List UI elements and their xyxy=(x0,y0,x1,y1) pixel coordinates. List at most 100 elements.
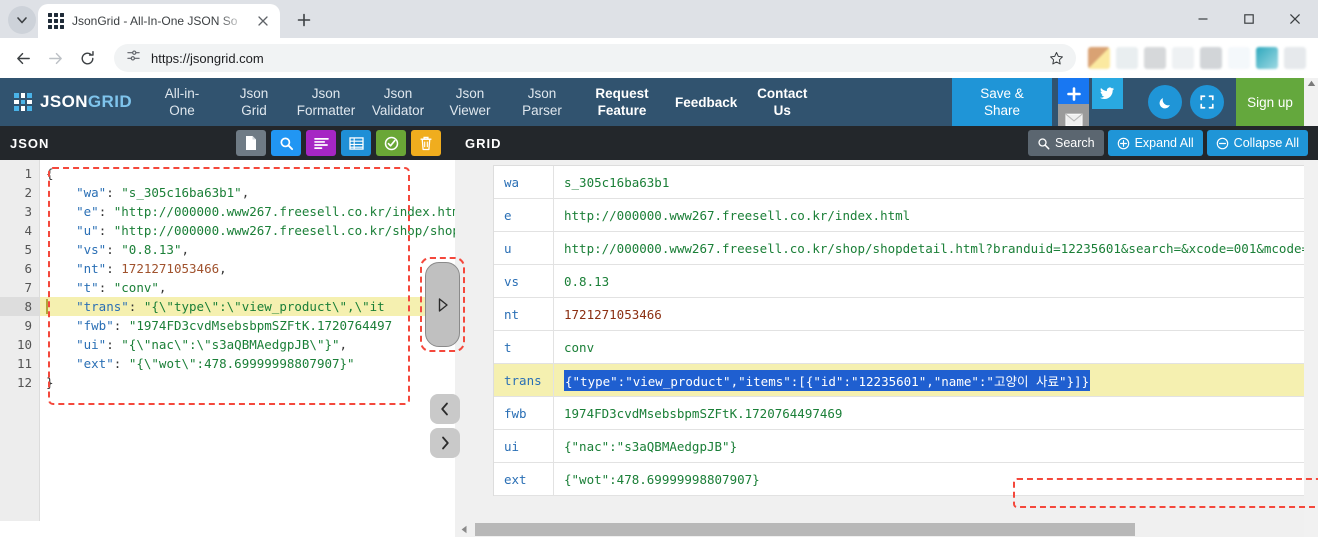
row-value[interactable]: 1721271053466 xyxy=(554,298,1318,330)
reload-icon[interactable] xyxy=(72,43,102,73)
back-arrow-icon[interactable] xyxy=(8,43,38,73)
row-value[interactable]: http://000000.www267.freesell.co.kr/inde… xyxy=(554,199,1318,231)
line-number: 8 xyxy=(0,297,39,316)
site-logo-text: JSONGRID xyxy=(40,92,132,112)
json-code-line[interactable]: "vs": "0.8.13", xyxy=(40,240,455,259)
json-code-line[interactable]: "u": "http://000000.www267.freesell.co.k… xyxy=(40,221,455,240)
site-settings-icon[interactable] xyxy=(126,48,141,68)
row-value[interactable]: conv xyxy=(554,331,1318,363)
row-value[interactable]: {"wot":478.69999998807907} xyxy=(554,463,1318,495)
line-number: 6 xyxy=(24,261,32,276)
tab-search-button[interactable] xyxy=(8,6,36,34)
json-code-line[interactable]: "fwb": "1974FD3cvdMsebsbpmSZFtK.17207644… xyxy=(40,316,455,335)
row-value[interactable]: 1974FD3cvdMsebsbpmSZFtK.1720764497469 xyxy=(554,397,1318,429)
minimize-button[interactable] xyxy=(1180,0,1226,38)
dark-mode-toggle[interactable] xyxy=(1148,85,1182,119)
table-row[interactable]: ext {"wot":478.69999998807907} xyxy=(494,463,1318,496)
grid-vertical-scrollbar[interactable] xyxy=(1304,160,1318,537)
nav-item-json-viewer[interactable]: Json Viewer xyxy=(434,78,506,126)
table-row[interactable]: vs 0.8.13 xyxy=(494,265,1318,298)
nav-item-request-feature[interactable]: Request Feature xyxy=(578,78,666,126)
format-lines-icon[interactable] xyxy=(306,130,336,156)
json-editor[interactable]: 123456789101112 ▾{ "wa": "s_305c16ba63b1… xyxy=(0,160,455,537)
address-bar[interactable]: https://jsongrid.com xyxy=(114,44,1076,72)
page-scrollbar-up[interactable] xyxy=(1304,78,1318,126)
table-row[interactable]: fwb 1974FD3cvdMsebsbpmSZFtK.1720764497469 xyxy=(494,397,1318,430)
nav-item-json-formatter[interactable]: Json Formatter xyxy=(290,78,362,126)
row-value[interactable]: {"type":"view_product","items":[{"id":"1… xyxy=(554,364,1318,396)
search-icon[interactable] xyxy=(271,130,301,156)
nav-item-json-validator[interactable]: Json Validator xyxy=(362,78,434,126)
nav-item-all-in-one[interactable]: All-in-One xyxy=(146,78,218,126)
grid-search-button[interactable]: Search xyxy=(1027,130,1104,156)
grid-scroll-area[interactable]: wa s_305c16ba63b1 e http://000000.www267.fr… xyxy=(455,160,1318,537)
json-code-line[interactable]: "e": "http://000000.www267.freesell.co.k… xyxy=(40,202,455,221)
nav-item-contact-us[interactable]: Contact Us xyxy=(746,78,818,126)
star-icon[interactable] xyxy=(1042,44,1070,72)
code-token: "{\"nac\":\"s3aQBMAedgpJB\"}" xyxy=(121,337,340,352)
json-code-line[interactable]: "nt": 1721271053466, xyxy=(40,259,455,278)
new-tab-button[interactable] xyxy=(290,6,318,34)
maximize-button[interactable] xyxy=(1226,0,1272,38)
nav-item-json-grid[interactable]: Json Grid xyxy=(218,78,290,126)
expand-all-button[interactable]: Expand All xyxy=(1107,130,1203,156)
code-token: { xyxy=(46,166,54,181)
extension-icon[interactable] xyxy=(1228,47,1250,69)
row-key: nt xyxy=(494,298,554,330)
extension-icon[interactable] xyxy=(1284,47,1306,69)
twitter-share-icon[interactable] xyxy=(1092,78,1123,109)
sign-up-button[interactable]: Sign up xyxy=(1236,78,1304,126)
table-icon[interactable] xyxy=(341,130,371,156)
site-logo[interactable]: JSONGRID xyxy=(0,78,146,126)
extension-icon[interactable] xyxy=(1256,47,1278,69)
close-icon[interactable] xyxy=(254,12,272,30)
grid-horizontal-scrollbar[interactable] xyxy=(455,521,1304,537)
table-row[interactable]: ui {"nac":"s3aQBMAedgpJB"} xyxy=(494,430,1318,463)
forward-arrow-icon[interactable] xyxy=(40,43,70,73)
json-code-line[interactable]: "t": "conv", xyxy=(40,278,455,297)
extension-icon[interactable] xyxy=(1116,47,1138,69)
code-token: : xyxy=(106,185,122,200)
json-code-line[interactable]: "trans": "{\"type\":\"view_product\",\"i… xyxy=(40,297,455,316)
table-row[interactable]: wa s_305c16ba63b1 xyxy=(494,166,1318,199)
extension-icon[interactable] xyxy=(1088,47,1110,69)
table-row[interactable]: nt 1721271053466 xyxy=(494,298,1318,331)
table-row[interactable]: e http://000000.www267.freesell.co.kr/ind… xyxy=(494,199,1318,232)
row-value[interactable]: {"nac":"s3aQBMAedgpJB"} xyxy=(554,430,1318,462)
table-row[interactable]: u http://000000.www267.freesell.co.kr/sho… xyxy=(494,232,1318,265)
line-number: 3 xyxy=(24,204,32,219)
table-row[interactable]: t conv xyxy=(494,331,1318,364)
json-code-line[interactable]: } xyxy=(40,373,455,392)
row-value[interactable]: 0.8.13 xyxy=(554,265,1318,297)
next-page-button[interactable] xyxy=(430,428,460,458)
social-share-group xyxy=(1052,78,1136,135)
extension-icon[interactable] xyxy=(1200,47,1222,69)
document-icon[interactable] xyxy=(236,130,266,156)
json-code-line[interactable]: "ext": "{\"wot\":478.69999998807907}" xyxy=(40,354,455,373)
browser-tab[interactable]: JsonGrid - All-In-One JSON So xyxy=(38,4,280,38)
trash-icon[interactable] xyxy=(411,130,441,156)
table-row[interactable]: trans {"type":"view_product","items":[{"i… xyxy=(494,364,1318,397)
row-value[interactable]: s_305c16ba63b1 xyxy=(554,166,1318,198)
nav-item-json-parser[interactable]: Json Parser xyxy=(506,78,578,126)
fullscreen-button[interactable] xyxy=(1190,85,1224,119)
json-code-line[interactable]: "ui": "{\"nac\":\"s3aQBMAedgpJB\"}", xyxy=(40,335,455,354)
grid-favicon xyxy=(48,13,64,29)
json-code-area[interactable]: ▾{ "wa": "s_305c16ba63b1", "e": "http://… xyxy=(40,160,455,537)
check-circle-icon[interactable] xyxy=(376,130,406,156)
panel-collapse-handle[interactable] xyxy=(425,262,460,347)
json-code-line[interactable]: "wa": "s_305c16ba63b1", xyxy=(40,183,455,202)
close-button[interactable] xyxy=(1272,0,1318,38)
row-value[interactable]: http://000000.www267.freesell.co.kr/shop… xyxy=(554,232,1318,264)
nav-item-feedback[interactable]: Feedback xyxy=(666,78,746,126)
line-number: 1 xyxy=(24,166,32,181)
extension-icon[interactable] xyxy=(1144,47,1166,69)
json-code-line[interactable]: ▾{ xyxy=(40,164,455,183)
row-key: fwb xyxy=(494,397,554,429)
extension-icon[interactable] xyxy=(1172,47,1194,69)
save-and-share-button[interactable]: Save & Share xyxy=(952,78,1052,126)
previous-page-button[interactable] xyxy=(430,394,460,424)
grid-hscroll-thumb[interactable] xyxy=(475,522,1135,536)
collapse-all-button[interactable]: Collapse All xyxy=(1206,130,1308,156)
